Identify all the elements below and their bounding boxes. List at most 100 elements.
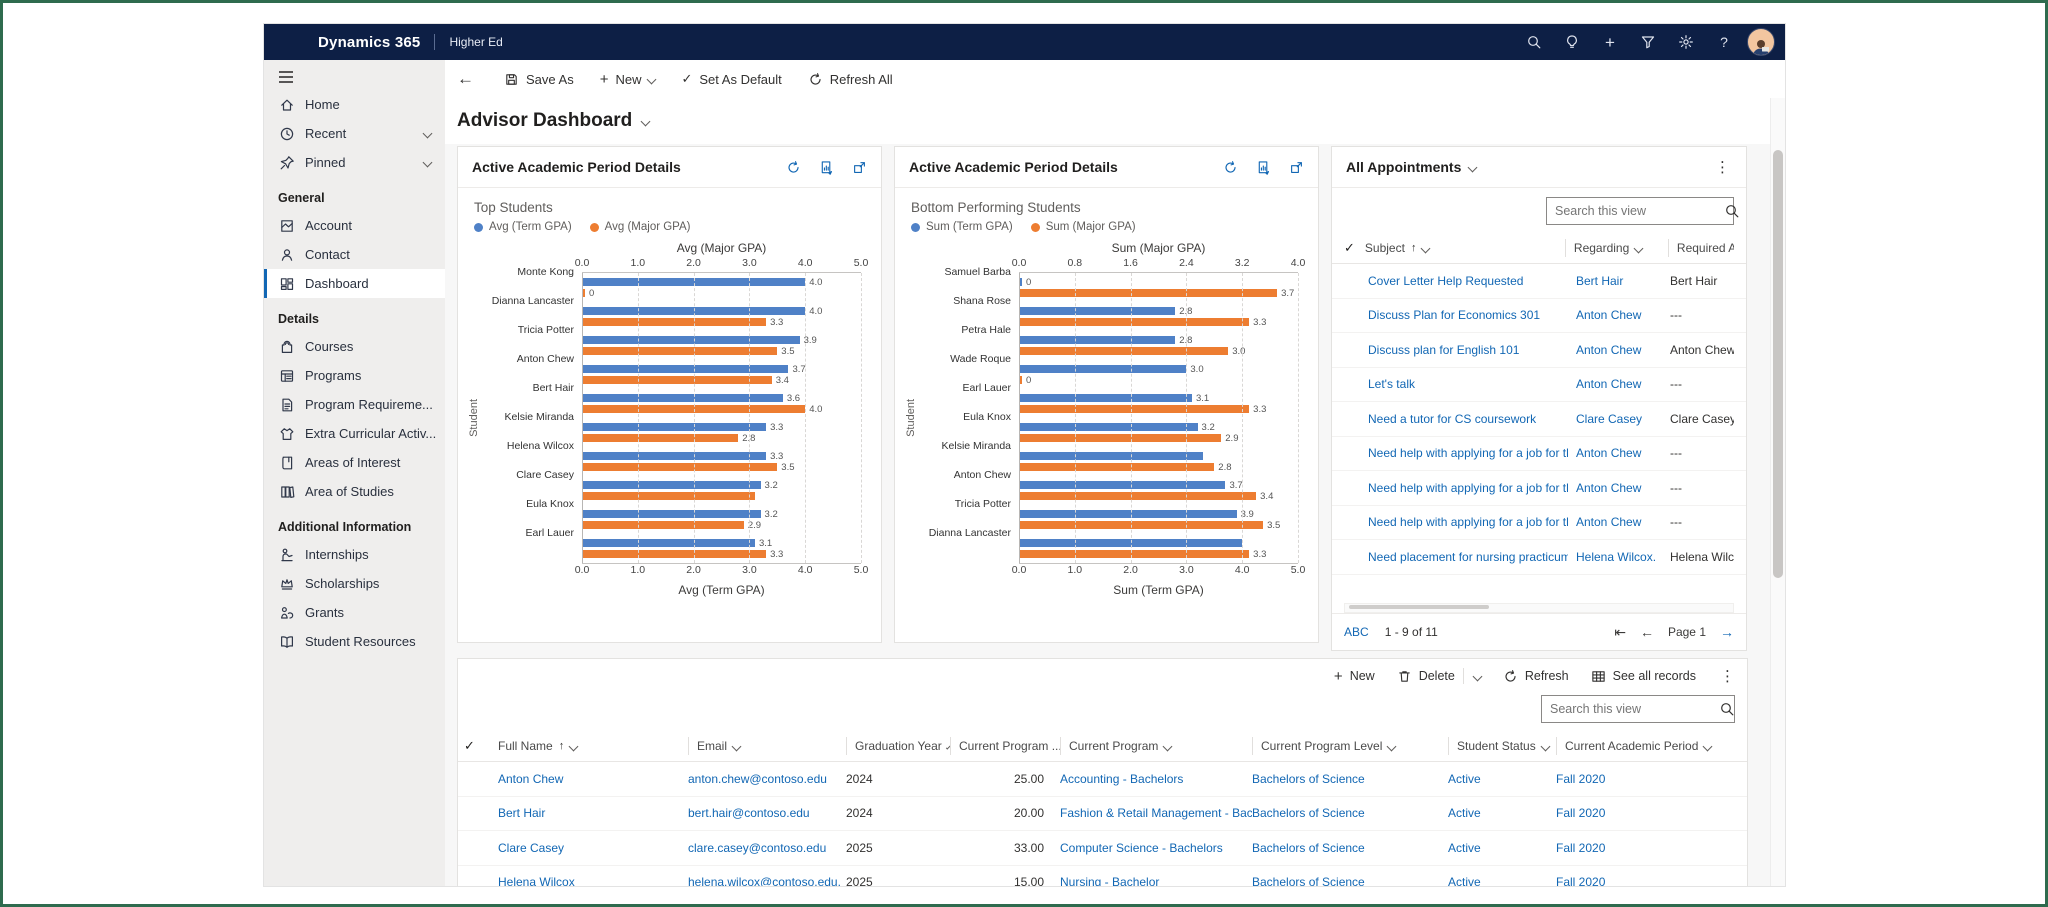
jump-bar-abc[interactable]: ABC <box>1344 625 1369 639</box>
appointment-subject[interactable]: Let's talk <box>1368 377 1568 391</box>
back-button[interactable]: ← <box>457 69 474 89</box>
user-avatar[interactable] <box>1747 28 1775 56</box>
appointment-regarding[interactable]: Clare Casey <box>1568 412 1662 426</box>
report-icon[interactable] <box>819 160 834 175</box>
appointment-row[interactable]: Need help with applying for a job for th… <box>1332 471 1746 506</box>
sum-term-gpa--bar[interactable]: 2.8 <box>1019 306 1298 317</box>
appointment-row[interactable]: Let's talk Anton Chew --- <box>1332 368 1746 402</box>
waffle-icon[interactable] <box>276 27 306 57</box>
appointment-regarding[interactable]: Anton Chew <box>1568 308 1662 322</box>
sum-term-gpa--bar[interactable]: 3.0 <box>1019 364 1298 375</box>
student-cell-current-academic-period[interactable]: Fall 2020 <box>1556 841 1741 855</box>
row-checkbox[interactable] <box>1344 550 1358 564</box>
appointment-subject[interactable]: Need a tutor for CS coursework <box>1368 412 1568 426</box>
student-cell-current-program[interactable]: Nursing - Bachelor <box>1060 875 1252 886</box>
student-cell-student-status[interactable]: Active <box>1448 806 1556 820</box>
search-icon[interactable] <box>1719 701 1742 717</box>
expand-icon[interactable] <box>1289 160 1304 175</box>
sum-major-gpa--bar[interactable]: 3.3 <box>1019 317 1298 328</box>
search-icon[interactable] <box>1724 203 1747 219</box>
appointment-row[interactable]: Discuss Plan for Economics 301 Anton Chew… <box>1332 299 1746 333</box>
select-all-icon[interactable]: ✓ <box>464 738 498 754</box>
sum-major-gpa--bar[interactable]: 3.4 <box>1019 491 1298 502</box>
column-header-current-program-level[interactable]: Current Program Level <box>1252 737 1448 755</box>
column-header-full-name[interactable]: Full Name ↑ <box>498 739 688 753</box>
student-cell-full-name[interactable]: Helena Wilcox <box>498 875 688 886</box>
student-row[interactable]: Anton Chew anton.chew@contoso.edu 2024 25.0… <box>458 762 1747 797</box>
avg-term-gpa--bar[interactable]: 3.1 <box>582 538 861 549</box>
column-header-student-status[interactable]: Student Status <box>1448 737 1556 755</box>
avg-major-gpa--bar[interactable]: 4.0 <box>582 404 861 415</box>
appointment-regarding[interactable]: Anton Chew <box>1568 446 1662 460</box>
avg-major-gpa--bar[interactable]: 3.5 <box>582 462 861 473</box>
row-checkbox[interactable] <box>1344 308 1358 322</box>
view-selector-chevron-icon[interactable] <box>1467 162 1478 172</box>
appointment-subject[interactable]: Discuss plan for English 101 <box>1368 343 1568 357</box>
student-cell-full-name[interactable]: Anton Chew <box>498 772 688 786</box>
appointment-subject[interactable]: Need help with applying for a job for th <box>1368 481 1568 495</box>
grid-search-input[interactable] <box>1542 702 1719 716</box>
delete-split-chevron-icon[interactable] <box>1472 671 1483 681</box>
student-cell-full-name[interactable]: Bert Hair <box>498 806 688 820</box>
more-commands-icon[interactable]: ⋮ <box>1713 158 1732 176</box>
sum-term-gpa--bar[interactable] <box>1019 539 1298 547</box>
appointment-row[interactable]: Need help with applying for a job for th… <box>1332 506 1746 540</box>
appointment-row[interactable]: Need help with applying for a job for th… <box>1332 437 1746 471</box>
settings-icon[interactable] <box>1671 27 1701 57</box>
student-row[interactable]: Helena Wilcox helena.wilcox@contoso.edu. 2… <box>458 866 1747 886</box>
row-checkbox[interactable] <box>1344 412 1358 426</box>
column-header-email[interactable]: Email <box>688 737 846 755</box>
avg-major-gpa--bar[interactable]: 3.3 <box>582 317 861 328</box>
help-icon[interactable]: ? <box>1709 27 1739 57</box>
select-all-icon[interactable]: ✓ <box>1344 240 1355 256</box>
avg-major-gpa--bar[interactable]: 2.9 <box>582 520 861 531</box>
sum-term-gpa--bar[interactable]: 3.7 <box>1019 480 1298 491</box>
student-row[interactable]: Bert Hair bert.hair@contoso.edu 2024 20.00 F… <box>458 797 1747 831</box>
student-cell-email[interactable]: anton.chew@contoso.edu <box>688 772 846 786</box>
sidebar-item-internships[interactable]: Internships <box>264 540 445 569</box>
new-button[interactable]: + New <box>600 71 657 88</box>
sum-term-gpa--bar[interactable]: 3.9 <box>1019 509 1298 520</box>
sidebar-item-programs[interactable]: Programs <box>264 361 445 390</box>
column-header-current-program[interactable]: Current Program <box>1060 737 1252 755</box>
student-cell-email[interactable]: bert.hair@contoso.edu <box>688 806 846 820</box>
student-cell-student-status[interactable]: Active <box>1448 841 1556 855</box>
column-header-regarding[interactable]: Regarding <box>1564 239 1668 257</box>
sidebar-item-dashboard[interactable]: Dashboard <box>264 269 445 298</box>
avg-major-gpa--bar[interactable]: 3.5 <box>582 346 861 357</box>
sum-major-gpa--bar[interactable]: 0 <box>1019 375 1298 386</box>
row-checkbox[interactable] <box>1344 274 1358 288</box>
avg-major-gpa--bar[interactable]: 3.3 <box>582 549 861 560</box>
grid-new-button[interactable]: + New <box>1334 668 1375 685</box>
avg-major-gpa--bar[interactable]: 0 <box>582 288 861 299</box>
student-cell-current-program-level[interactable]: Bachelors of Science <box>1252 875 1448 886</box>
sum-major-gpa--bar[interactable]: 3.3 <box>1019 549 1298 560</box>
sum-major-gpa--bar[interactable]: 3.7 <box>1019 288 1298 299</box>
scrollbar-thumb[interactable] <box>1773 150 1783 578</box>
sum-major-gpa--bar[interactable]: 3.5 <box>1019 520 1298 531</box>
student-cell-current-program[interactable]: Fashion & Retail Management - Bach <box>1060 806 1252 820</box>
student-cell-current-academic-period[interactable]: Fall 2020 <box>1556 772 1741 786</box>
brand-title[interactable]: Dynamics 365 <box>318 34 420 51</box>
appointment-subject[interactable]: Need help with applying for a job for th <box>1368 446 1568 460</box>
appointment-regarding[interactable]: Bert Hair <box>1568 274 1662 288</box>
column-header-current-program[interactable]: Current Program ... <box>950 737 1060 755</box>
sidebar-item-account[interactable]: Account <box>264 211 445 240</box>
sum-term-gpa--bar[interactable]: 0 <box>1019 277 1298 288</box>
appointment-row[interactable]: Need a tutor for CS coursework Clare Case… <box>1332 402 1746 437</box>
appointment-regarding[interactable]: Helena Wilcox. <box>1568 550 1662 564</box>
sum-major-gpa--bar[interactable]: 2.9 <box>1019 433 1298 444</box>
expand-icon[interactable] <box>852 160 867 175</box>
row-checkbox[interactable] <box>1344 481 1358 495</box>
grid-more-commands-icon[interactable]: ⋮ <box>1718 667 1737 685</box>
sidebar-item-grants[interactable]: Grants <box>264 598 445 627</box>
filter-icon[interactable] <box>1633 27 1663 57</box>
student-cell-current-program-level[interactable]: Bachelors of Science <box>1252 806 1448 820</box>
refresh-all-button[interactable]: Refresh All <box>808 72 893 87</box>
sidebar-item-extra-curricular-activ[interactable]: Extra Curricular Activ... <box>264 419 445 448</box>
appointments-search-input[interactable] <box>1547 204 1724 218</box>
horizontal-scrollbar[interactable] <box>1344 603 1734 613</box>
student-cell-current-program[interactable]: Computer Science - Bachelors <box>1060 841 1252 855</box>
sidebar-item-home[interactable]: Home <box>264 90 445 119</box>
sum-term-gpa--bar[interactable]: 3.2 <box>1019 422 1298 433</box>
